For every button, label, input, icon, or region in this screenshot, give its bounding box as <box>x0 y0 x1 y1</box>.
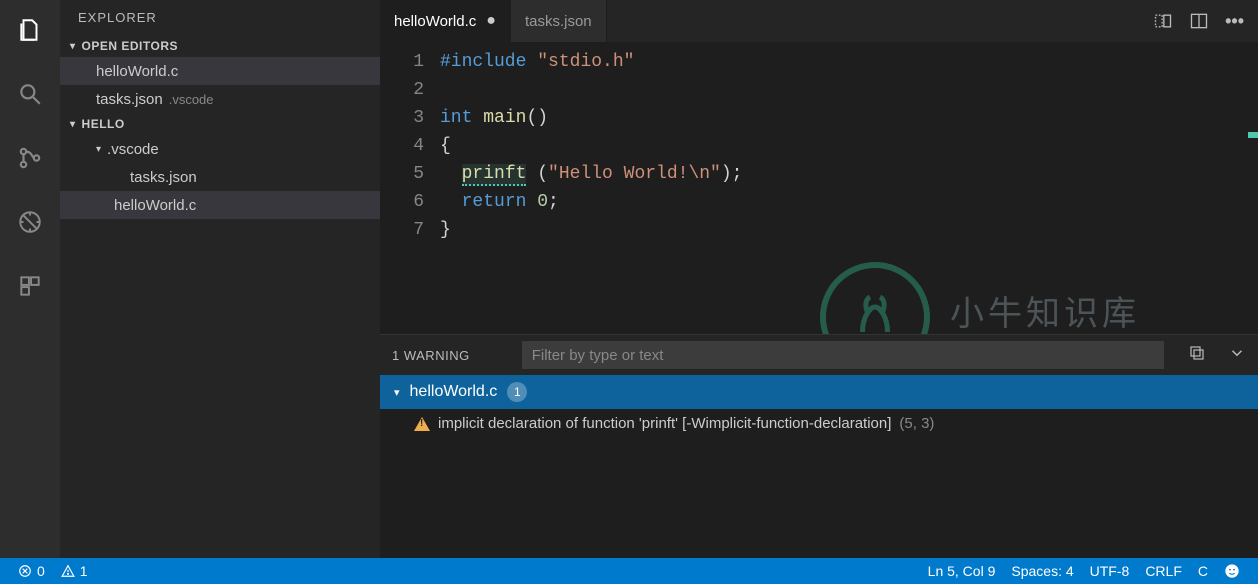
explorer-icon[interactable] <box>8 8 52 52</box>
tab-bar: helloWorld.c ● tasks.json ••• <box>380 0 1258 42</box>
status-errors[interactable]: 0 <box>10 563 53 579</box>
status-encoding[interactable]: UTF-8 <box>1082 563 1138 579</box>
status-feedback-icon[interactable] <box>1216 563 1248 579</box>
collapse-all-icon[interactable] <box>1188 344 1206 366</box>
squiggle-warning: prinft <box>462 164 527 186</box>
problems-filter-input[interactable] <box>522 341 1164 369</box>
problems-summary: 1 WARNING <box>392 348 470 363</box>
file-name: helloWorld.c <box>114 197 196 214</box>
caret-down-icon: ▾ <box>394 386 400 399</box>
caret-down-icon: ▾ <box>70 119 76 130</box>
open-editor-folder: .vscode <box>169 92 214 107</box>
open-editors-label: OPEN EDITORS <box>82 39 178 53</box>
problem-message: implicit declaration of function 'prinft… <box>438 415 891 432</box>
debug-icon[interactable] <box>8 200 52 244</box>
open-editors-header[interactable]: ▾ OPEN EDITORS <box>60 35 380 57</box>
status-spaces[interactable]: Spaces: 4 <box>1003 563 1081 579</box>
code-lines: #include "stdio.h" int main(){ prinft ("… <box>440 42 742 334</box>
chevron-down-icon[interactable] <box>1228 344 1246 366</box>
close-icon[interactable]: ● <box>486 12 496 30</box>
activity-bar <box>0 0 60 558</box>
problem-location: (5, 3) <box>899 415 934 432</box>
file-row-tasks[interactable]: tasks.json <box>60 163 380 191</box>
open-editor-filename: helloWorld.c <box>96 63 178 80</box>
split-editor-icon[interactable] <box>1189 11 1209 31</box>
open-editor-item[interactable]: helloWorld.c <box>60 57 380 85</box>
problems-panel: 1 WARNING ▾ helloWorld.c 1 implicit decl… <box>380 334 1258 558</box>
status-bar: 0 1 Ln 5, Col 9 Spaces: 4 UTF-8 CRLF C <box>0 558 1258 584</box>
watermark: 小牛知识库 <box>820 262 1140 334</box>
file-name: tasks.json <box>130 169 197 186</box>
tab-tasks[interactable]: tasks.json <box>511 0 607 42</box>
tab-helloworld[interactable]: helloWorld.c ● <box>380 0 511 42</box>
editor-actions: ••• <box>1153 0 1258 42</box>
open-editor-filename: tasks.json <box>96 91 163 108</box>
compare-icon[interactable] <box>1153 11 1173 31</box>
status-language[interactable]: C <box>1190 563 1216 579</box>
caret-down-icon: ▾ <box>70 41 76 52</box>
minimap[interactable] <box>1240 42 1258 334</box>
watermark-text: 小牛知识库 <box>950 303 1140 331</box>
folder-row-vscode[interactable]: ▾ .vscode <box>60 135 380 163</box>
extensions-icon[interactable] <box>8 264 52 308</box>
workspace-label: HELLO <box>82 117 125 131</box>
problems-header: 1 WARNING <box>380 335 1258 375</box>
problems-file-row[interactable]: ▾ helloWorld.c 1 <box>380 375 1258 409</box>
tab-label: tasks.json <box>525 13 592 30</box>
more-icon[interactable]: ••• <box>1225 11 1244 32</box>
folder-name: .vscode <box>107 141 159 158</box>
workspace-header[interactable]: ▾ HELLO <box>60 113 380 135</box>
open-editor-item[interactable]: tasks.json .vscode <box>60 85 380 113</box>
problems-file-name: helloWorld.c <box>410 383 498 401</box>
editor-region: helloWorld.c ● tasks.json ••• 1234567 # <box>380 0 1258 558</box>
status-line-col[interactable]: Ln 5, Col 9 <box>920 563 1004 579</box>
caret-down-icon: ▾ <box>96 144 101 155</box>
status-warnings[interactable]: 1 <box>53 563 96 579</box>
explorer-title: EXPLORER <box>60 0 380 35</box>
warning-icon <box>414 417 430 431</box>
tab-label: helloWorld.c <box>394 13 476 30</box>
status-eol[interactable]: CRLF <box>1137 563 1190 579</box>
explorer-panel: EXPLORER ▾ OPEN EDITORS helloWorld.c tas… <box>60 0 380 558</box>
file-row-helloworld[interactable]: helloWorld.c <box>60 191 380 219</box>
line-gutter: 1234567 <box>380 42 440 334</box>
search-icon[interactable] <box>8 72 52 116</box>
problems-count-badge: 1 <box>507 382 527 402</box>
code-editor[interactable]: 1234567 #include "stdio.h" int main(){ p… <box>380 42 1258 334</box>
source-control-icon[interactable] <box>8 136 52 180</box>
problem-row[interactable]: implicit declaration of function 'prinft… <box>380 409 1258 438</box>
